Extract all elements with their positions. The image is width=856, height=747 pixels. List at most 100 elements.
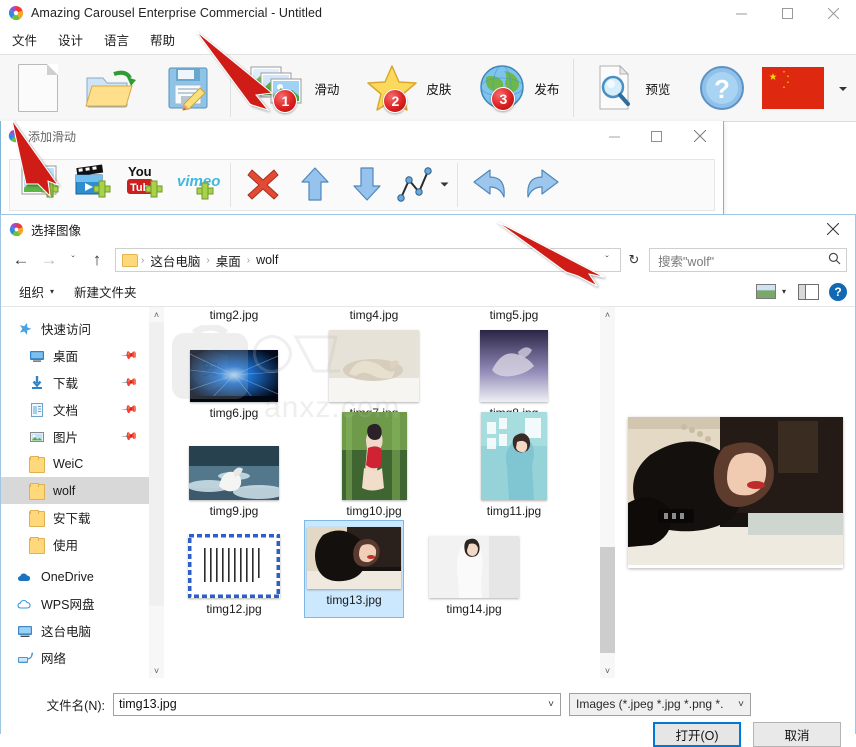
filename-input[interactable]: timg13.jpg ˅ bbox=[113, 692, 561, 716]
file-thumbnail[interactable] bbox=[326, 330, 422, 402]
menu-item-file[interactable]: 文件 bbox=[3, 30, 46, 49]
sidebar-item-this-pc[interactable]: 这台电脑 bbox=[1, 617, 149, 644]
file-type-select[interactable]: Images (*.jpeg *.jpg *.png *. ˅ bbox=[569, 692, 751, 716]
sidebar-item-shiyong[interactable]: 使用 bbox=[1, 531, 149, 558]
maximize-button[interactable] bbox=[764, 0, 810, 26]
cancel-button[interactable]: 取消 bbox=[753, 722, 841, 747]
maximize-button[interactable] bbox=[635, 121, 677, 151]
view-mode-icon[interactable] bbox=[755, 284, 776, 299]
list-item[interactable]: timg14.jpg bbox=[404, 520, 544, 618]
recent-locations-button[interactable]: ˇ bbox=[63, 245, 83, 275]
list-item[interactable]: timg13.jpg bbox=[304, 520, 404, 618]
close-button[interactable] bbox=[810, 0, 856, 26]
breadcrumb-desktop[interactable]: 桌面 bbox=[211, 251, 246, 270]
scroll-up-button[interactable]: ˄ bbox=[600, 307, 615, 322]
file-thumbnail[interactable] bbox=[326, 412, 422, 500]
list-item[interactable]: timg5.jpg bbox=[444, 307, 584, 324]
file-thumbnail[interactable] bbox=[466, 412, 562, 500]
list-item[interactable]: timg7.jpg bbox=[304, 324, 444, 422]
add-image-button[interactable] bbox=[16, 161, 68, 209]
list-item[interactable]: timg12.jpg bbox=[164, 520, 304, 618]
file-thumbnail[interactable] bbox=[426, 526, 522, 598]
chevron-down-icon[interactable]: ▾ bbox=[782, 287, 786, 296]
help-button[interactable]: ? bbox=[688, 57, 756, 119]
save-project-button[interactable] bbox=[150, 57, 226, 119]
search-input[interactable]: 搜索"wolf" bbox=[650, 251, 822, 270]
open-button[interactable]: 打开(O) bbox=[653, 722, 741, 747]
add-video-button[interactable] bbox=[68, 161, 120, 209]
breadcrumb-this-pc[interactable]: 这台电脑 bbox=[145, 251, 205, 270]
new-folder-button[interactable]: 新建文件夹 bbox=[64, 282, 147, 301]
chevron-down-icon[interactable]: ˅ bbox=[738, 699, 750, 710]
close-button[interactable] bbox=[810, 215, 855, 243]
sidebar-item-wolf[interactable]: wolf bbox=[1, 477, 149, 504]
preview-pane-icon[interactable] bbox=[798, 283, 819, 300]
forward-button[interactable]: → bbox=[35, 245, 63, 275]
sidebar-item-documents[interactable]: 文档 📌 bbox=[1, 396, 149, 423]
back-button[interactable]: ← bbox=[7, 245, 35, 275]
minimize-button[interactable] bbox=[593, 121, 635, 151]
publish-button[interactable]: 3 发布 bbox=[461, 57, 569, 119]
list-item[interactable]: timg10.jpg bbox=[304, 412, 444, 520]
refresh-button[interactable]: ↻ bbox=[621, 248, 647, 272]
file-thumbnail[interactable] bbox=[186, 526, 282, 598]
help-icon[interactable]: ? bbox=[829, 282, 847, 301]
sidebar-item-onedrive[interactable]: OneDrive bbox=[1, 563, 149, 590]
language-flag-button[interactable] bbox=[756, 57, 830, 119]
add-youtube-button[interactable]: You Tub bbox=[120, 161, 172, 209]
sidebar-item-network[interactable]: 网络 bbox=[1, 644, 149, 671]
redo-button[interactable] bbox=[516, 161, 568, 209]
sidebar-item-quick-access[interactable]: 快速访问 bbox=[1, 315, 149, 342]
sidebar-item-downloads[interactable]: 下载 📌 bbox=[1, 369, 149, 396]
menu-item-design[interactable]: 设计 bbox=[49, 30, 92, 49]
list-item[interactable]: timg4.jpg bbox=[304, 307, 444, 324]
list-item[interactable]: timg8.jpg bbox=[444, 324, 584, 422]
scroll-up-button[interactable]: ˄ bbox=[149, 307, 164, 322]
skin-button[interactable]: 2 皮肤 bbox=[349, 57, 461, 119]
search-box[interactable]: 搜索"wolf" bbox=[649, 248, 847, 272]
open-project-button[interactable] bbox=[72, 57, 150, 119]
list-item[interactable]: timg11.jpg bbox=[444, 412, 584, 520]
file-thumbnail[interactable] bbox=[306, 527, 402, 589]
preview-button[interactable]: 预览 bbox=[578, 57, 680, 119]
move-up-button[interactable] bbox=[289, 161, 341, 209]
list-item[interactable]: timg6.jpg bbox=[164, 324, 304, 422]
transition-button[interactable] bbox=[393, 161, 437, 209]
minimize-button[interactable] bbox=[718, 0, 764, 26]
language-dropdown-button[interactable] bbox=[830, 57, 856, 119]
chevron-down-icon[interactable]: ˅ bbox=[548, 699, 560, 710]
sidebar-item-anxiazai[interactable]: 安下载 bbox=[1, 504, 149, 531]
scroll-down-button[interactable]: ˅ bbox=[149, 663, 164, 678]
scrollbar-thumb[interactable] bbox=[149, 322, 164, 606]
up-button[interactable]: ↑ bbox=[83, 245, 111, 275]
file-list-scrollbar[interactable]: ˄ ˅ bbox=[600, 307, 615, 678]
breadcrumb-wolf[interactable]: wolf bbox=[251, 253, 283, 267]
file-thumbnail[interactable] bbox=[186, 428, 282, 500]
sidebar-item-wps-cloud[interactable]: WPS网盘 bbox=[1, 590, 149, 617]
list-item[interactable]: timg9.jpg bbox=[164, 422, 304, 520]
navigation-pane-scrollbar[interactable]: ˄ ˅ bbox=[149, 307, 164, 678]
new-project-button[interactable] bbox=[4, 57, 72, 119]
file-thumbnail[interactable] bbox=[466, 330, 562, 402]
list-item[interactable]: timg2.jpg bbox=[164, 307, 304, 324]
address-bar[interactable]: › 这台电脑 › 桌面 › wolf ˇ bbox=[115, 248, 621, 272]
close-button[interactable] bbox=[677, 121, 723, 151]
sidebar-item-weic[interactable]: WeiC bbox=[1, 450, 149, 477]
sidebar-item-pictures[interactable]: 图片 📌 bbox=[1, 423, 149, 450]
scroll-down-button[interactable]: ˅ bbox=[600, 663, 615, 678]
file-thumbnail[interactable] bbox=[186, 330, 282, 402]
add-vimeo-button[interactable]: vimeo bbox=[172, 161, 224, 209]
transition-dropdown[interactable] bbox=[437, 161, 451, 209]
delete-button[interactable] bbox=[237, 161, 289, 209]
slides-button[interactable]: 1 滑动 bbox=[235, 57, 349, 119]
file-list-pane[interactable]: timg2.jpg timg4.jpg timg5.jpg timg6.jpg … bbox=[164, 307, 600, 678]
scrollbar-thumb[interactable] bbox=[600, 547, 615, 653]
move-down-button[interactable] bbox=[341, 161, 393, 209]
undo-button[interactable] bbox=[464, 161, 516, 209]
add-slide-title-bar: 添加滑动 bbox=[1, 121, 723, 151]
address-dropdown-button[interactable]: ˇ bbox=[596, 249, 618, 271]
sidebar-item-desktop[interactable]: 桌面 📌 bbox=[1, 342, 149, 369]
menu-item-help[interactable]: 帮助 bbox=[141, 30, 184, 49]
menu-item-language[interactable]: 语言 bbox=[95, 30, 138, 49]
organize-button[interactable]: 组织 ▾ bbox=[9, 282, 64, 301]
